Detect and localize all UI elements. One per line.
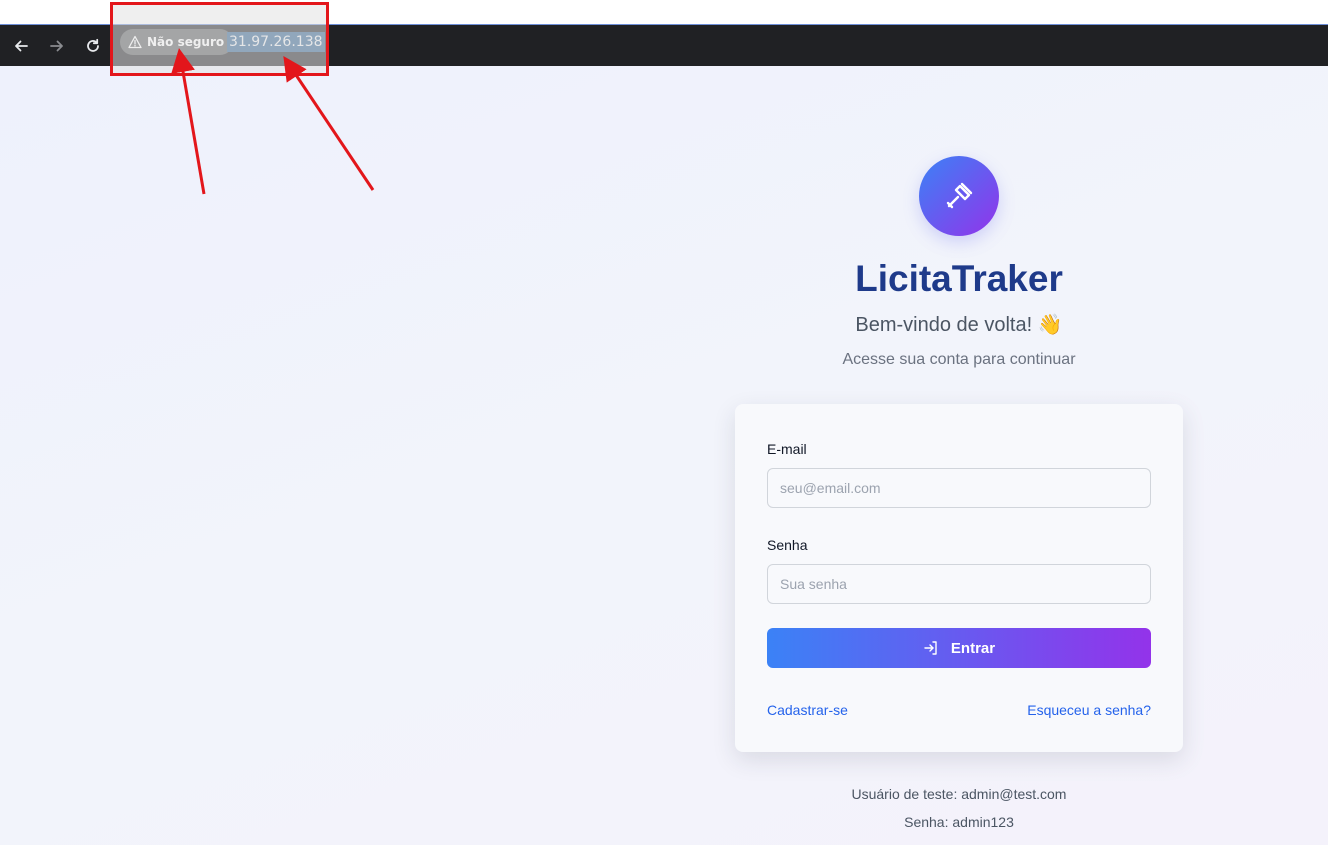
address-bar-url[interactable]: 31.97.26.138 — [227, 32, 325, 52]
test-password-info: Senha: admin123 — [904, 814, 1014, 830]
reload-icon — [87, 38, 99, 52]
email-field[interactable] — [767, 468, 1151, 508]
password-field[interactable] — [767, 564, 1151, 604]
back-button[interactable] — [8, 33, 34, 59]
app-logo — [919, 156, 999, 236]
reload-button[interactable] — [80, 33, 106, 59]
gavel-icon — [946, 182, 973, 209]
password-label: Senha — [767, 537, 808, 553]
login-subtitle: Acesse sua conta para continuar — [842, 351, 1076, 368]
arrow-left-icon — [15, 40, 28, 52]
arrow-right-icon — [50, 40, 63, 52]
register-link[interactable]: Cadastrar-se — [767, 702, 848, 718]
security-label: Não seguro — [147, 35, 225, 49]
forward-button[interactable] — [44, 33, 70, 59]
email-label: E-mail — [767, 441, 807, 457]
login-card: E-mail Senha Entrar Cadastrar-se Esquece… — [735, 404, 1183, 752]
login-page: LicitaTraker Bem-vindo de volta! 👋 Acess… — [0, 66, 1328, 845]
test-user-info: Usuário de teste: admin@test.com — [851, 786, 1067, 802]
sign-in-icon — [924, 641, 937, 655]
warning-triangle-icon — [128, 35, 142, 49]
window-top-strip — [0, 0, 1328, 24]
welcome-heading: Bem-vindo de volta! 👋 — [855, 314, 1063, 336]
security-indicator-chip[interactable]: Não seguro — [120, 29, 234, 55]
brand-title: LicitaTraker — [855, 258, 1063, 299]
login-button[interactable]: Entrar — [767, 628, 1151, 668]
login-button-label: Entrar — [950, 639, 996, 657]
forgot-password-link[interactable]: Esqueceu a senha? — [1027, 702, 1151, 718]
